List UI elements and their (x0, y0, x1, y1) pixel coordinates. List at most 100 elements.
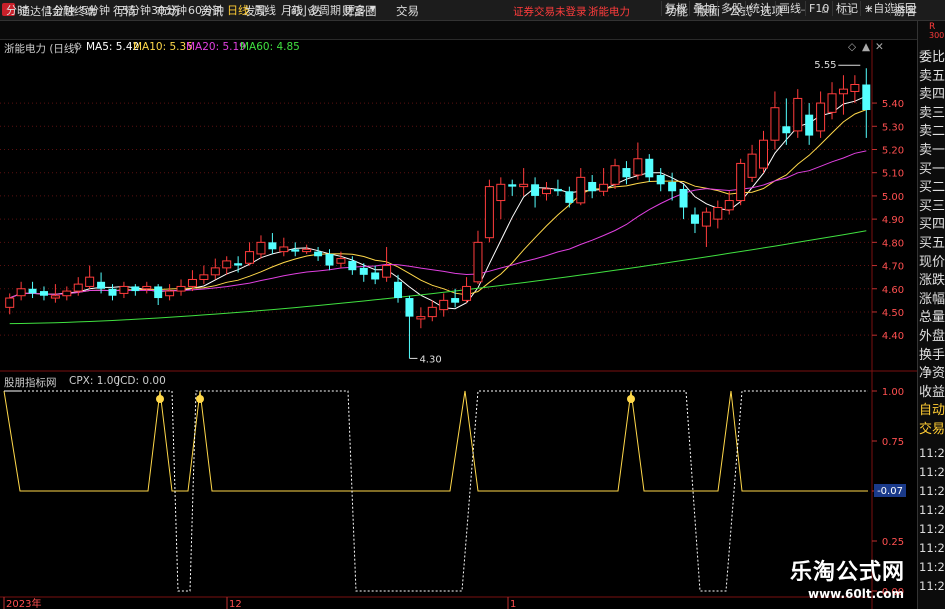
candle-body-up (724, 200, 734, 211)
candle-body-up (382, 265, 392, 278)
candle-body-up (850, 83, 860, 92)
candle-body-down (805, 114, 814, 136)
candle-body-up (747, 153, 757, 178)
quote-panel-item: 外盘 (919, 329, 945, 344)
quote-panel-item: 总量 (919, 310, 945, 326)
candle-body-up (119, 285, 129, 294)
price-tick-label: 4.70 (882, 262, 904, 273)
candle-body-up (187, 278, 197, 287)
candle-body-up (462, 285, 472, 301)
indicator-current-value: -0.07 (877, 486, 903, 497)
candle-body-up (416, 316, 426, 320)
candle-body-up (176, 285, 186, 292)
watermark-cn: 乐淘公式网 (790, 560, 906, 585)
trade-time: 11:29 (919, 522, 945, 536)
quote-panel-item: 买二 (919, 180, 945, 196)
price-tick-label: 5.00 (882, 192, 904, 203)
candle-body-down (405, 298, 414, 317)
candle-body-up (599, 183, 609, 192)
candle-body-up (210, 267, 220, 276)
jcd-label: JCD: 0.00 (117, 375, 166, 387)
candle-body-up (73, 283, 83, 292)
trade-time: 11:29 (919, 484, 945, 498)
candle-body-down (371, 272, 380, 280)
date-label: 12 (229, 599, 242, 609)
candle-body-down (645, 158, 654, 178)
quote-panel-item: 买三 (919, 198, 945, 214)
price-tick-label: 5.40 (882, 99, 904, 110)
indicator-tick-label: 0.25 (882, 537, 904, 548)
candle-body-up (610, 165, 620, 185)
candle-body-up (142, 285, 152, 290)
cpx-line (3, 390, 868, 492)
quote-panel-item: 买五 (919, 236, 945, 251)
quote-panel-item: 卖四 (919, 87, 945, 103)
candle-body-up (838, 88, 848, 95)
candle-body-up (85, 276, 95, 287)
quote-panel-item: 换手 (919, 347, 945, 363)
candle-body-up (713, 207, 723, 220)
date-label: 2023年 (6, 597, 41, 609)
candle-body-down (394, 281, 403, 299)
panel-tag-300: 300 (929, 31, 945, 40)
candle-body-up (473, 241, 483, 283)
candle-body-down (679, 188, 688, 208)
quote-panel-item: 买一 (919, 161, 945, 177)
quote-panel-item: 卖二 (919, 124, 945, 140)
candle-body-up (16, 288, 26, 297)
candle-body-up (793, 97, 803, 132)
watermark-url: www.60lt.com (808, 587, 905, 601)
indicator-tick-label: 1.00 (882, 387, 904, 398)
candle-body-up (439, 299, 449, 311)
candle-body-down (268, 242, 277, 250)
candle-body-up (576, 176, 586, 204)
indicator-tick-label: 0.75 (882, 437, 904, 448)
candle-body-up (542, 188, 551, 195)
money-bag-icon (627, 395, 635, 403)
quote-panel-item[interactable]: 交易 (919, 418, 945, 437)
candle-body-up (302, 248, 312, 253)
candle-body-up (736, 162, 746, 202)
price-tick-label: 4.40 (882, 331, 904, 342)
low-label: 4.30 (419, 354, 441, 365)
candle-body-down (359, 267, 368, 275)
quote-panel-item: 现价 (919, 254, 945, 270)
candle-body-down (862, 84, 871, 111)
candle-body-up (245, 251, 255, 264)
candle-body-down (291, 249, 300, 252)
price-tick-label: 4.50 (882, 308, 904, 319)
candle-body-up (496, 183, 506, 202)
candle-body-up (519, 183, 529, 188)
kline-chart[interactable]: 5.40 5.30 5.20 5.10 5.00 4.90 4.80 4.70 4.60 4.50… (0, 0, 917, 609)
trade-time: 11:29 (919, 579, 945, 593)
quote-panel-item: 卖五 (919, 68, 945, 84)
candle-body-up (165, 290, 175, 297)
candle-body-up (222, 260, 232, 269)
candle-body-down (28, 288, 37, 294)
quote-panel-item: 涨跌 (919, 273, 945, 289)
candle-body-down (97, 281, 106, 289)
candle-body-down (325, 253, 334, 266)
quote-panel-item: 委比 (919, 50, 945, 65)
quote-panel-item: 卖一 (919, 143, 945, 158)
candle-body-down (108, 288, 117, 296)
trade-time: 11:29 (919, 541, 945, 555)
candle-body-down (565, 191, 574, 203)
candle-body-up (199, 274, 209, 280)
candle-body-down (782, 126, 791, 134)
candle-body-up (484, 186, 494, 239)
money-bag-icon (156, 395, 164, 403)
price-tick-label: 5.10 (882, 169, 904, 180)
candle-body-up (770, 107, 780, 141)
quote-panel-item: 涨幅 (919, 291, 945, 307)
candle-body-down (508, 184, 517, 187)
candle-body-down (553, 188, 562, 192)
candle-body-up (759, 139, 768, 169)
quote-panel-item[interactable]: 自动 (919, 399, 945, 418)
candle-body-up (701, 211, 711, 227)
candle-body-up (279, 246, 289, 253)
candle-body-down (690, 214, 699, 224)
candle-body-up (256, 241, 266, 255)
price-tick-label: 4.90 (882, 215, 904, 226)
quote-panel-item: 卖三 (919, 105, 945, 121)
